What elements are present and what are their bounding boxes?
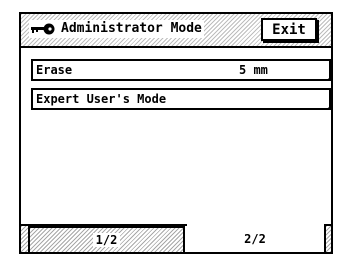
title-bar: Administrator Mode Exit [21, 14, 331, 48]
button-corner-mark [326, 105, 331, 110]
tab-page-1-label: 1/2 [92, 233, 121, 247]
exit-button[interactable]: Exit [261, 18, 317, 41]
erase-label: Erase [36, 63, 73, 77]
admin-mode-screen: Administrator Mode Exit Erase 5 mm Exper… [19, 12, 333, 254]
tab-page-2-label: 2/2 [244, 232, 266, 246]
erase-button[interactable]: Erase 5 mm [31, 59, 331, 81]
key-icon [31, 23, 55, 35]
tab-page-1[interactable]: 1/2 [28, 226, 185, 252]
erase-value: 5 mm [239, 63, 268, 77]
expert-users-mode-label: Expert User's Mode [36, 92, 167, 106]
tab-filler-right [326, 226, 331, 252]
page-title: Administrator Mode [61, 21, 202, 36]
page-tabs: 1/2 2/2 [21, 224, 331, 252]
tab-filler-left [21, 226, 28, 252]
title-group: Administrator Mode [29, 20, 204, 38]
tab-page-2[interactable]: 2/2 [185, 226, 325, 252]
expert-users-mode-button[interactable]: Expert User's Mode [31, 88, 331, 110]
button-corner-mark [326, 76, 331, 81]
